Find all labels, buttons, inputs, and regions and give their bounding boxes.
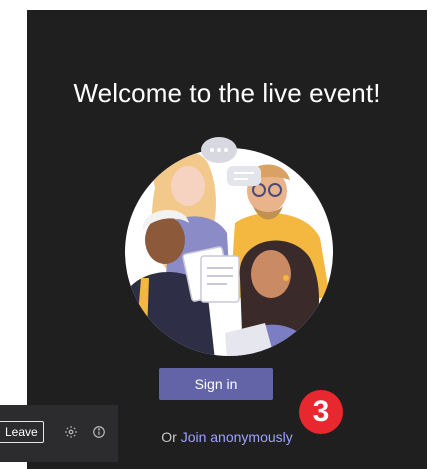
live-event-join-panel: Welcome to the live event! Sign in Or Jo…: [27, 10, 427, 469]
info-icon[interactable]: [90, 423, 108, 441]
settings-icon[interactable]: [62, 423, 80, 441]
leave-button[interactable]: Leave: [0, 421, 44, 443]
or-label: Or: [161, 429, 177, 445]
meeting-toolbar: Leave: [0, 405, 118, 462]
step-number-badge: 3: [299, 390, 343, 434]
sign-in-button[interactable]: Sign in: [159, 368, 273, 400]
attendees-illustration: [125, 137, 333, 356]
join-anonymously-link[interactable]: Join anonymously: [181, 429, 293, 445]
welcome-title: Welcome to the live event!: [73, 78, 381, 108]
